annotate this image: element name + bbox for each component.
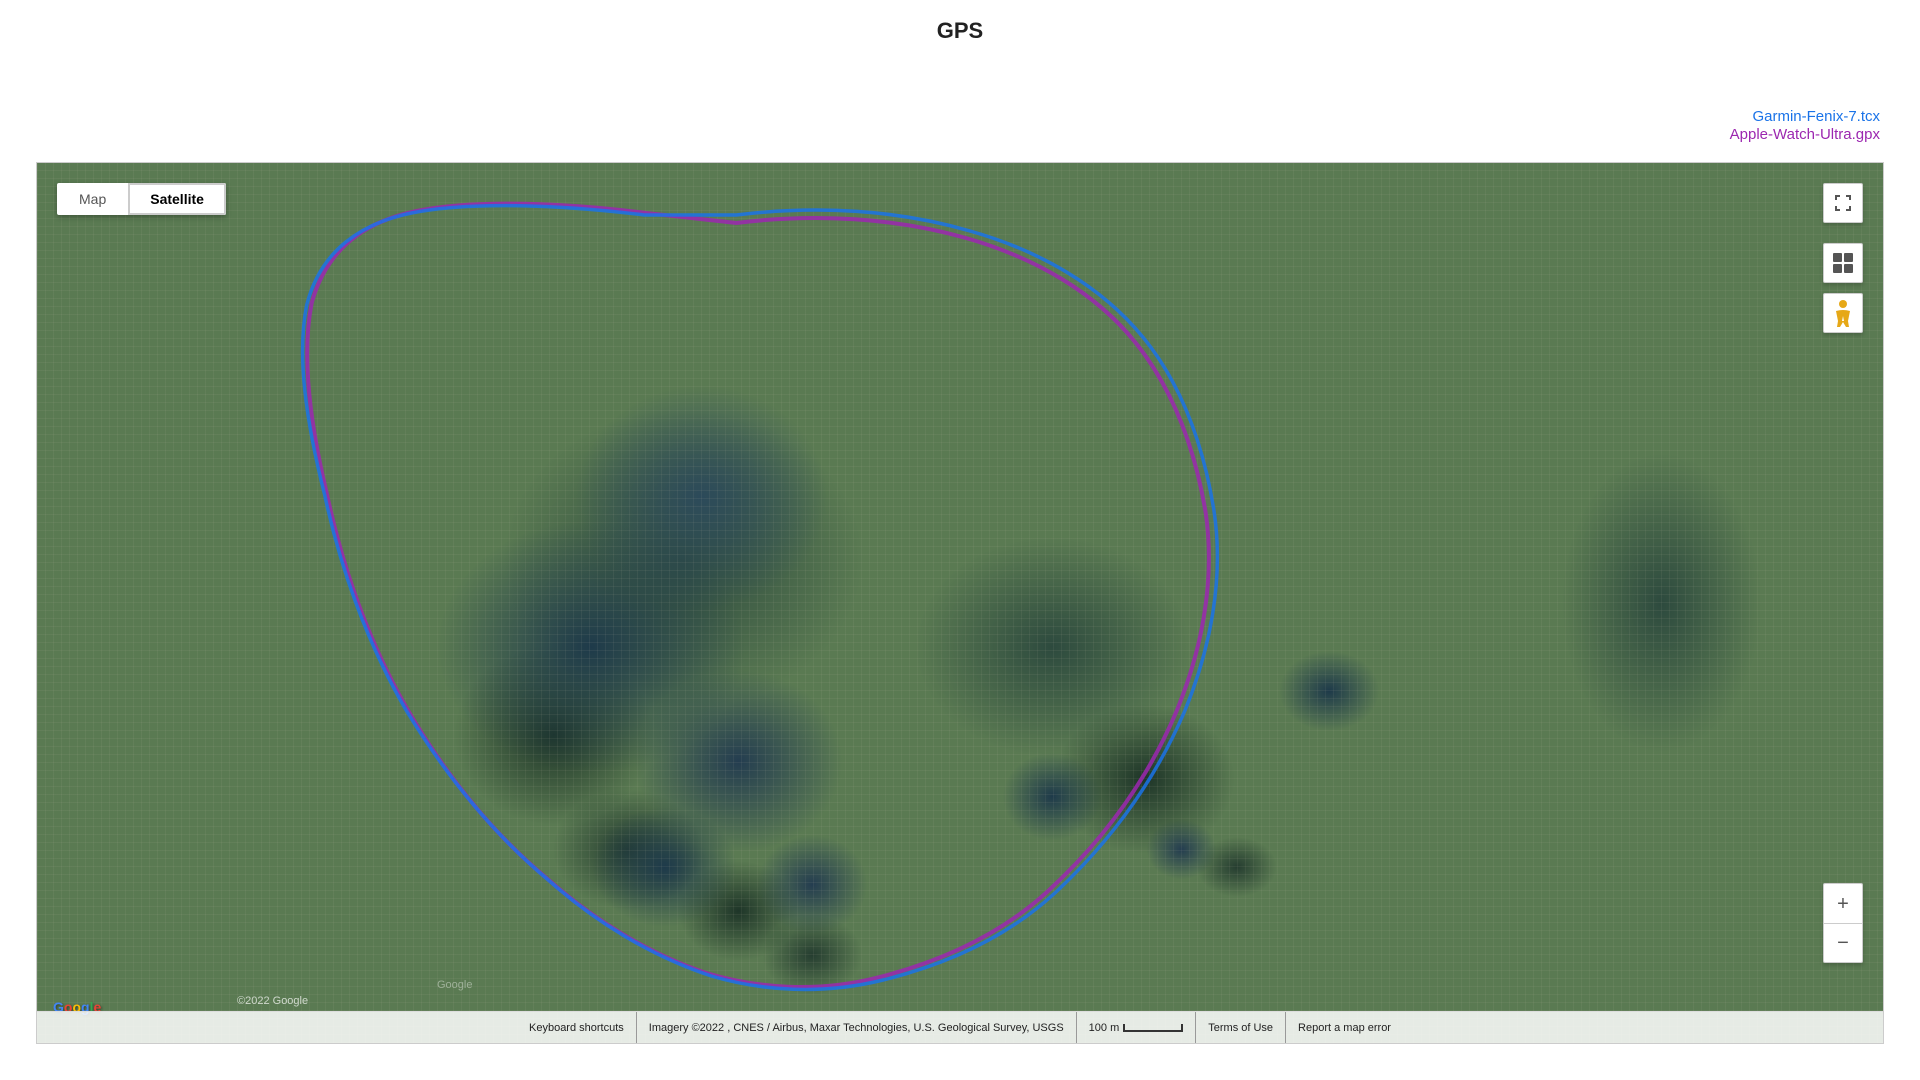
zoom-out-button[interactable]: − (1823, 923, 1863, 963)
terms-of-use-link[interactable]: Terms of Use (1208, 1022, 1273, 1034)
legend-item-apple[interactable]: Apple-Watch-Ultra.gpx (1730, 126, 1880, 143)
map-type-satellite-button[interactable]: Satellite (128, 183, 226, 215)
keyboard-shortcuts-link[interactable]: Keyboard shortcuts (529, 1022, 624, 1034)
layers-button[interactable] (1823, 243, 1863, 283)
scale-item: 100 m (1077, 1012, 1197, 1043)
report-error-link[interactable]: Report a map error (1298, 1022, 1391, 1034)
legend: Garmin-Fenix-7.tcx Apple-Watch-Ultra.gpx (1730, 108, 1880, 143)
zoom-in-button[interactable]: + (1823, 883, 1863, 923)
keyboard-shortcuts-item: Keyboard shortcuts (517, 1012, 637, 1043)
legend-item-garmin[interactable]: Garmin-Fenix-7.tcx (1752, 108, 1880, 125)
scale-label: 100 m (1089, 1022, 1120, 1034)
map-bottom-bar: Keyboard shortcuts Imagery ©2022 , CNES … (37, 1011, 1883, 1043)
imagery-credit-item: Imagery ©2022 , CNES / Airbus, Maxar Tec… (637, 1012, 1077, 1043)
fullscreen-icon (1834, 194, 1852, 212)
scale-bar: 100 m (1089, 1022, 1184, 1034)
zoom-controls: + − (1823, 883, 1863, 963)
map-type-control: Map Satellite (57, 183, 226, 215)
gps-tracks (37, 163, 1883, 1043)
pegman-icon (1832, 299, 1854, 327)
imagery-credit-text: Imagery ©2022 , CNES / Airbus, Maxar Tec… (649, 1022, 1064, 1034)
page-title: GPS (0, 0, 1920, 56)
report-error-item: Report a map error (1286, 1012, 1403, 1043)
pegman-button[interactable] (1823, 293, 1863, 333)
map-type-map-button[interactable]: Map (57, 183, 128, 215)
layers-icon (1833, 253, 1853, 273)
terms-of-use-item: Terms of Use (1196, 1012, 1286, 1043)
map-container: Map Satellite + − Google ©2022 Google (36, 162, 1884, 1044)
fullscreen-button[interactable] (1823, 183, 1863, 223)
scale-line (1123, 1024, 1183, 1032)
